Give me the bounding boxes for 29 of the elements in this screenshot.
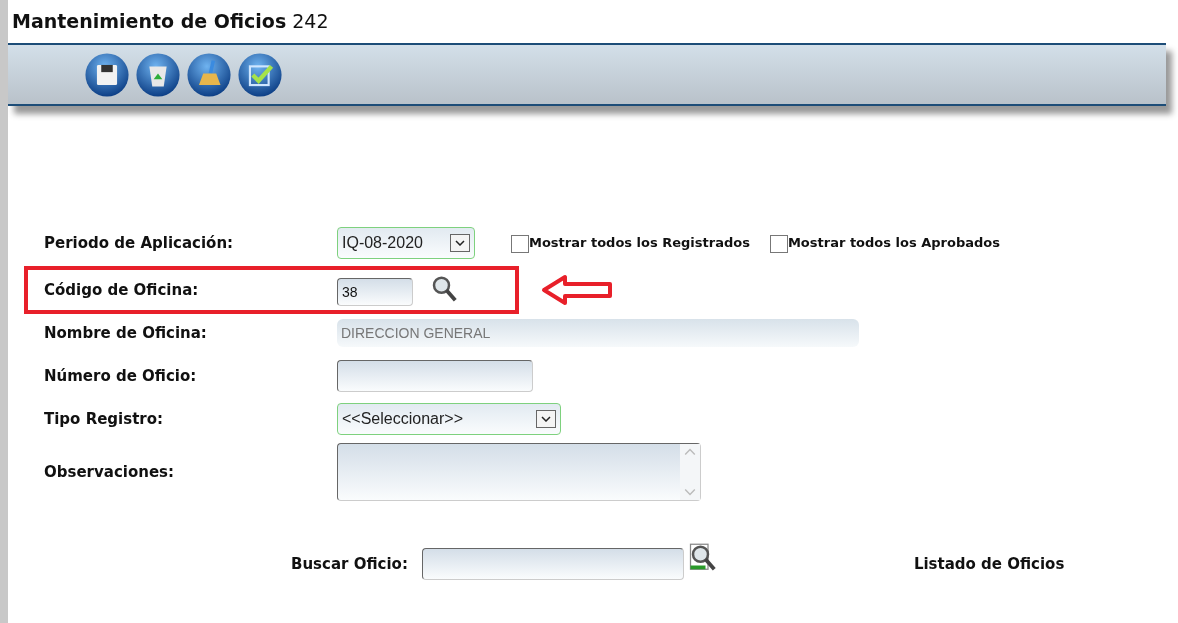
list-link[interactable]: Listado de Oficios xyxy=(913,552,1065,576)
recycle-bin-icon xyxy=(135,51,181,98)
text-field[interactable] xyxy=(337,360,533,392)
clear-button[interactable] xyxy=(186,51,232,98)
page-title: Mantenimiento de Oficios 242 xyxy=(12,9,329,35)
document-search-icon[interactable] xyxy=(687,543,718,573)
search-label: Buscar Oficio: xyxy=(291,553,408,575)
checkbox[interactable] xyxy=(511,234,529,253)
field-label: Número de Oficio: xyxy=(44,365,198,387)
checkbox-label: Mostrar todos los Aprobados xyxy=(787,234,1000,253)
checkmark-icon xyxy=(237,51,283,98)
delete-button[interactable] xyxy=(135,51,181,98)
office-name-field[interactable]: DIRECCION GENERAL xyxy=(337,319,859,347)
broom-icon xyxy=(186,51,232,98)
checkbox[interactable] xyxy=(769,234,788,253)
field-label: Código de Oficina: xyxy=(44,279,200,301)
save-button[interactable] xyxy=(84,51,130,98)
field-label: Tipo Registro: xyxy=(44,408,165,430)
approve-button[interactable] xyxy=(237,51,283,98)
floppy-disk-icon xyxy=(84,51,130,98)
office-code-field[interactable]: 38 xyxy=(337,278,413,306)
dropdown[interactable]: IQ-08-2020 xyxy=(337,227,475,259)
field-label: Observaciones: xyxy=(44,461,175,483)
arrow-icon xyxy=(541,274,613,306)
checkbox-label: Mostrar todos los Registrados xyxy=(529,234,750,253)
field-label: Nombre de Oficina: xyxy=(44,322,208,344)
field-label: Periodo de Aplicación: xyxy=(44,232,235,254)
search-field[interactable] xyxy=(421,548,684,580)
dropdown[interactable]: <<Seleccionar>> xyxy=(337,403,561,435)
